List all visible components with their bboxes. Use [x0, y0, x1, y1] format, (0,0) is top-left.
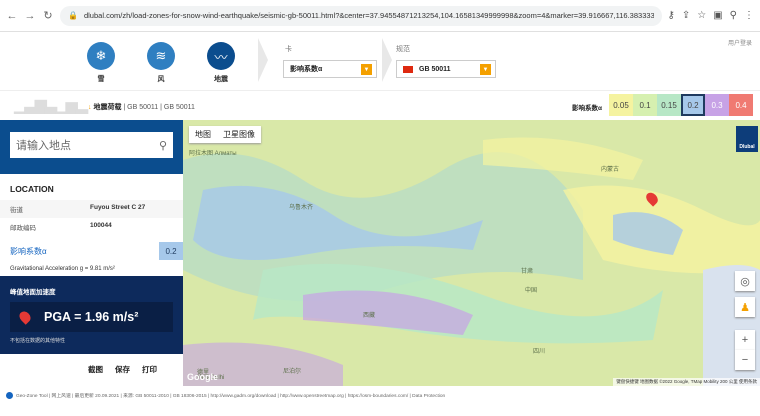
search-input[interactable]: 请输入地点 ⚲	[10, 132, 173, 158]
chevron-down-icon: ▼	[361, 64, 372, 75]
lock-icon: 🔒	[68, 11, 78, 20]
street-row: 街道 Fuyou Street C 27	[0, 200, 183, 218]
save-button[interactable]: 保存	[115, 364, 130, 375]
pga-value: PGA = 1.96 m/s²	[44, 310, 139, 324]
hazard-wind-label: 风	[157, 76, 165, 83]
reload-icon[interactable]: ↻	[42, 9, 54, 22]
legend-item-active[interactable]: 0.2	[681, 94, 705, 116]
footer-text: Geo-Zone Tool | 网上风速 | 最后更新 20.09.2021 |…	[16, 394, 446, 399]
action-buttons: 截图 保存 打印	[88, 364, 157, 375]
standard-select[interactable]: GB 50011 ▼	[396, 60, 496, 78]
pegman-icon[interactable]: ♟	[735, 297, 755, 317]
legend-strip: ▁▃▆▃▁▅▂ ↓ 地震荷载 | GB 50011 | GB 50011 影响系…	[0, 90, 760, 120]
tab-map[interactable]: 地图	[189, 126, 217, 143]
wind-icon: ≋	[147, 42, 175, 70]
coefficient-label: 影响系数α	[10, 246, 47, 256]
map-canvas[interactable]: 地图 卫星图像 Dlubal 阿拉木图 Алматы 乌鲁木齐 内蒙古 甘肃 中…	[183, 120, 760, 386]
legend-scale: 0.05 0.1 0.15 0.2 0.3 0.4	[609, 94, 753, 116]
legend-item[interactable]: 0.15	[657, 94, 681, 116]
sidepanel-icon[interactable]: ▣	[713, 10, 722, 21]
coefficient-row: 影响系数α 0.2	[0, 242, 183, 260]
tab-satellite[interactable]: 卫星图像	[217, 126, 261, 143]
hazard-snow-label: 雪	[97, 76, 105, 83]
zoom-out-button[interactable]: −	[735, 350, 755, 370]
map-label: 尼泊尔	[283, 369, 302, 375]
hazard-zones	[183, 120, 760, 386]
legend-item[interactable]: 0.3	[705, 94, 729, 116]
google-logo: Google	[187, 372, 218, 382]
card-select[interactable]: 影响系数α ▼	[283, 60, 377, 78]
hazard-seismic[interactable]: 〰 地震	[206, 42, 236, 84]
search-placeholder: 请输入地点	[16, 140, 71, 152]
seismic-icon: 〰	[207, 42, 235, 70]
map-label: 乌鲁木齐	[289, 205, 314, 211]
address-bar[interactable]: 🔒 dlubal.com/zh/load-zones-for-snow-wind…	[60, 5, 662, 26]
map-label: 西藏	[363, 313, 376, 319]
pga-box: 峰值地面加速度 PGA = 1.96 m/s² 不包括在数据的其他特性	[0, 276, 183, 354]
china-flag-icon	[403, 65, 413, 73]
pga-value-box: PGA = 1.96 m/s²	[10, 302, 173, 332]
star-icon[interactable]: ☆	[697, 10, 706, 21]
waveform-decoration: ▁▃▆▃▁▅▂	[14, 97, 88, 114]
street-label: 街道	[10, 207, 23, 214]
card-label: 卡	[285, 46, 292, 53]
hazard-snow[interactable]: ❄ 雪	[86, 42, 116, 84]
pga-title: 峰值地面加速度	[10, 289, 56, 296]
browser-toolbar: ← → ↻ 🔒 dlubal.com/zh/load-zones-for-sno…	[0, 0, 760, 32]
standard-label: 规范	[396, 46, 410, 53]
location-title: LOCATION	[10, 184, 54, 194]
dlubal-logo: Dlubal	[736, 126, 758, 152]
map-type-tabs: 地图 卫星图像	[189, 126, 261, 143]
info-icon	[6, 392, 13, 400]
share-icon[interactable]: ⇪	[682, 10, 690, 21]
legend-item[interactable]: 0.1	[633, 94, 657, 116]
hazard-seismic-label: 地震	[214, 76, 228, 83]
zoom-in-button[interactable]: +	[735, 330, 755, 350]
chevron-down-icon: ▼	[480, 64, 491, 75]
key-icon[interactable]: ⚷	[668, 10, 675, 21]
map-label: 阿拉木图 Алматы	[189, 151, 237, 157]
snowflake-icon: ❄	[87, 42, 115, 70]
hazard-wind[interactable]: ≋ 风	[146, 42, 176, 84]
postal-label: 邮政编码	[10, 225, 36, 232]
search-area: 请输入地点 ⚲	[0, 120, 183, 174]
print-button[interactable]: 打印	[142, 364, 157, 375]
map-attribution: 键盘快捷键 地图数据 ©2022 Google, TMap Mobility 2…	[613, 378, 760, 386]
extensions-icon[interactable]: ⚲	[730, 10, 737, 21]
forward-icon[interactable]: →	[24, 10, 36, 22]
search-icon[interactable]: ⚲	[159, 139, 167, 152]
postal-value: 100044	[90, 222, 112, 229]
card-select-value: 影响系数α	[290, 66, 323, 73]
separator	[382, 38, 392, 82]
breadcrumb-current: 地震荷载	[93, 104, 122, 111]
footer: Geo-Zone Tool | 网上风速 | 最后更新 20.09.2021 |…	[0, 386, 760, 416]
location-panel: 请输入地点 ⚲ LOCATION 街道 Fuyou Street C 27 邮政…	[0, 120, 183, 386]
screenshot-button[interactable]: 截图	[88, 364, 103, 375]
street-value: Fuyou Street C 27	[90, 204, 146, 211]
login-link[interactable]: 用户登录	[728, 38, 752, 47]
legend-label: 影响系数α	[572, 105, 602, 112]
my-location-icon[interactable]: ◎	[735, 271, 755, 291]
url-text: dlubal.com/zh/load-zones-for-snow-wind-e…	[83, 11, 654, 20]
back-icon[interactable]: ←	[6, 10, 18, 22]
map-label: 四川	[533, 349, 546, 355]
coefficient-value: 0.2	[159, 242, 183, 260]
breadcrumb: ↓ 地震荷载 | GB 50011 | GB 50011	[88, 102, 195, 112]
breadcrumb-rest: | GB 50011 | GB 50011	[123, 104, 195, 111]
map-label: 内蒙古	[601, 167, 620, 173]
arrow-down-icon: ↓	[88, 104, 92, 111]
postal-row: 邮政编码 100044	[0, 218, 183, 236]
pga-note: 不包括在数据的其他特性	[10, 338, 66, 344]
legend-item[interactable]: 0.05	[609, 94, 633, 116]
standard-select-value: GB 50011	[419, 65, 451, 73]
location-pin-icon	[17, 309, 33, 325]
legend-item[interactable]: 0.4	[729, 94, 753, 116]
map-label: 甘肃	[521, 269, 534, 275]
menu-icon[interactable]: ⋮	[744, 10, 754, 21]
map-label: 中国	[525, 288, 538, 294]
hazard-selector-bar: ❄ 雪 ≋ 风 〰 地震 卡 影响系数α ▼ 规范 GB 50011 ▼ 用户登…	[0, 32, 760, 90]
separator	[258, 38, 268, 82]
